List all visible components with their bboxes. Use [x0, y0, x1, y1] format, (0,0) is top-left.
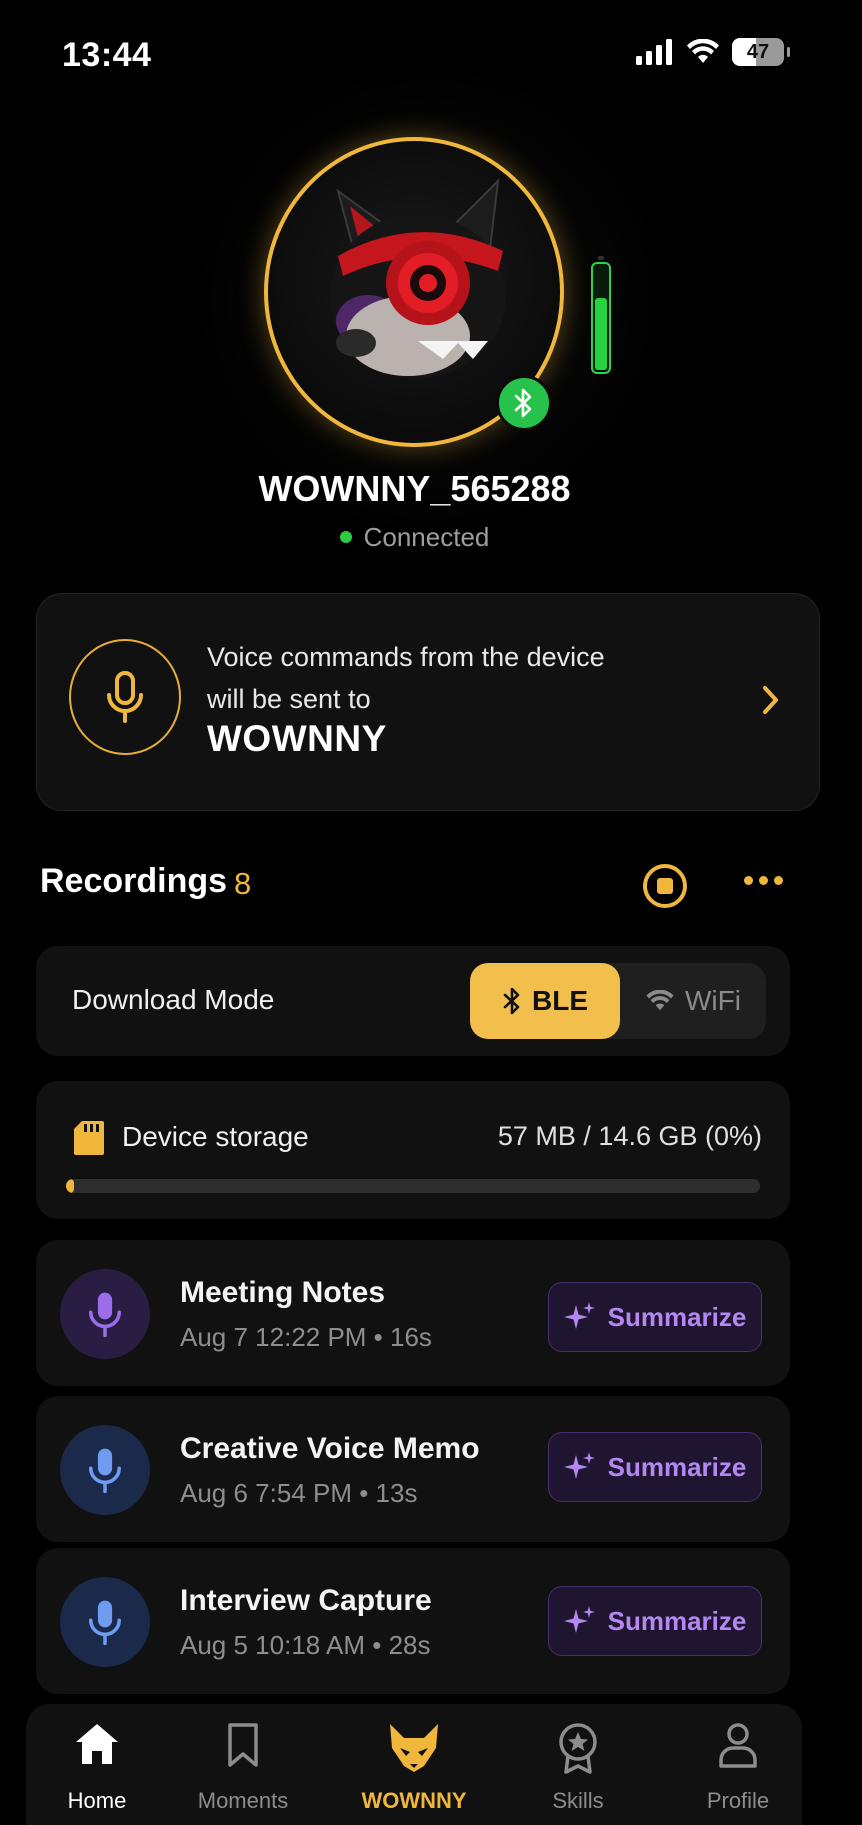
download-mode-card: Download Mode BLE WiFi: [36, 946, 790, 1056]
mode-ble-label: BLE: [532, 985, 588, 1016]
tab-home[interactable]: Home: [22, 1704, 172, 1825]
chevron-right-icon: [763, 686, 778, 714]
recording-title: Interview Capture: [180, 1584, 432, 1617]
tab-skills-label: Skills: [552, 1788, 604, 1813]
battery-icon: 47: [732, 38, 790, 66]
tab-home-label: Home: [67, 1788, 127, 1813]
voice-target-name: WOWNNY: [207, 718, 387, 759]
more-dot: [759, 876, 768, 885]
voice-mic-ring: [69, 639, 181, 755]
storage-progress-bar: [66, 1179, 760, 1193]
recording-item[interactable]: Creative Voice Memo Aug 6 7:54 PM • 13s …: [36, 1396, 790, 1542]
mic-icon: [89, 1292, 121, 1338]
tab-moments[interactable]: Moments: [168, 1704, 318, 1825]
bluetooth-icon: [514, 388, 532, 418]
device-storage-value: 57 MB / 14.6 GB (0%): [497, 1121, 762, 1151]
wifi-icon: [646, 990, 674, 1011]
more-dot: [744, 876, 753, 885]
stop-icon: [657, 878, 673, 894]
wolf-icon: [390, 1724, 438, 1772]
device-battery-indicator: [591, 256, 611, 374]
mode-wifi-label: WiFi: [685, 985, 741, 1016]
summarize-button[interactable]: Summarize: [548, 1282, 762, 1352]
voice-line-1: Voice commands from the device: [207, 642, 605, 672]
more-dot: [774, 876, 783, 885]
recording-item[interactable]: Interview Capture Aug 5 10:18 AM • 28s S…: [36, 1548, 790, 1694]
tab-wownny[interactable]: WOWNNY: [339, 1704, 489, 1825]
mic-icon: [89, 1600, 121, 1646]
summarize-button[interactable]: Summarize: [548, 1432, 762, 1502]
device-storage-card: Device storage 57 MB / 14.6 GB (0%): [36, 1081, 790, 1219]
summarize-label: Summarize: [607, 1301, 747, 1332]
tab-profile-label: Profile: [706, 1788, 770, 1813]
recording-title: Meeting Notes: [180, 1276, 386, 1309]
sparkle-icon: [563, 1452, 595, 1479]
more-options-button[interactable]: [744, 876, 783, 885]
recording-meta: Aug 7 12:22 PM • 16s: [180, 1322, 432, 1352]
sparkle-icon: [563, 1606, 595, 1633]
recordings-title: Recordings: [40, 862, 228, 900]
mic-icon: [89, 1448, 121, 1494]
recording-mic-badge: [60, 1577, 150, 1667]
battery-percent: 47: [746, 40, 770, 63]
storage-progress-fill: [66, 1179, 74, 1193]
stop-recording-button[interactable]: [643, 864, 687, 908]
signal-icon: [636, 39, 672, 65]
tab-profile[interactable]: Profile: [663, 1704, 813, 1825]
bottom-tab-bar: Home Moments WOWNNY Skills Profile: [26, 1704, 802, 1825]
badge-icon: [559, 1723, 597, 1774]
voice-commands-card[interactable]: Voice commands from the device will be s…: [36, 593, 820, 811]
recording-mic-badge: [60, 1269, 150, 1359]
home-icon: [76, 1724, 118, 1764]
device-name: WOWNNY_565288: [258, 468, 571, 509]
download-mode-label: Download Mode: [72, 984, 275, 1015]
bookmark-icon: [228, 1723, 258, 1767]
person-icon: [719, 1723, 757, 1768]
bluetooth-connected-badge: [496, 375, 552, 431]
recording-meta: Aug 6 7:54 PM • 13s: [180, 1478, 418, 1508]
recording-mic-badge: [60, 1425, 150, 1515]
sd-card-icon: [74, 1121, 104, 1155]
recording-title: Creative Voice Memo: [180, 1432, 480, 1465]
status-dot: [339, 531, 352, 544]
wifi-icon: [687, 39, 719, 63]
device-battery-level: [595, 298, 607, 370]
summarize-label: Summarize: [607, 1451, 747, 1482]
tab-moments-label: Moments: [197, 1788, 289, 1813]
status-time: 13:44: [62, 36, 152, 74]
tab-skills[interactable]: Skills: [503, 1704, 653, 1825]
voice-commands-description: Voice commands from the device will be s…: [207, 636, 605, 720]
device-storage-label: Device storage: [122, 1121, 309, 1152]
download-mode-toggle[interactable]: BLE WiFi: [470, 963, 766, 1039]
connection-status: Connected: [0, 522, 829, 553]
voice-line-2: will be sent to: [207, 684, 371, 714]
bluetooth-icon: [503, 987, 520, 1015]
recording-meta: Aug 5 10:18 AM • 28s: [180, 1630, 431, 1660]
status-icons: 47: [636, 38, 790, 66]
mode-wifi-option[interactable]: WiFi: [620, 963, 766, 1039]
recordings-count: 8: [234, 866, 252, 901]
wolf-mascot-icon: [330, 178, 506, 378]
sparkle-icon: [563, 1302, 595, 1329]
mic-icon: [107, 671, 143, 723]
summarize-button[interactable]: Summarize: [548, 1586, 762, 1656]
mode-ble-option[interactable]: BLE: [470, 963, 620, 1039]
tab-wownny-label: WOWNNY: [361, 1788, 467, 1813]
connection-status-text: Connected: [363, 522, 490, 552]
recording-item[interactable]: Meeting Notes Aug 7 12:22 PM • 16s Summa…: [36, 1240, 790, 1386]
summarize-label: Summarize: [607, 1605, 747, 1636]
